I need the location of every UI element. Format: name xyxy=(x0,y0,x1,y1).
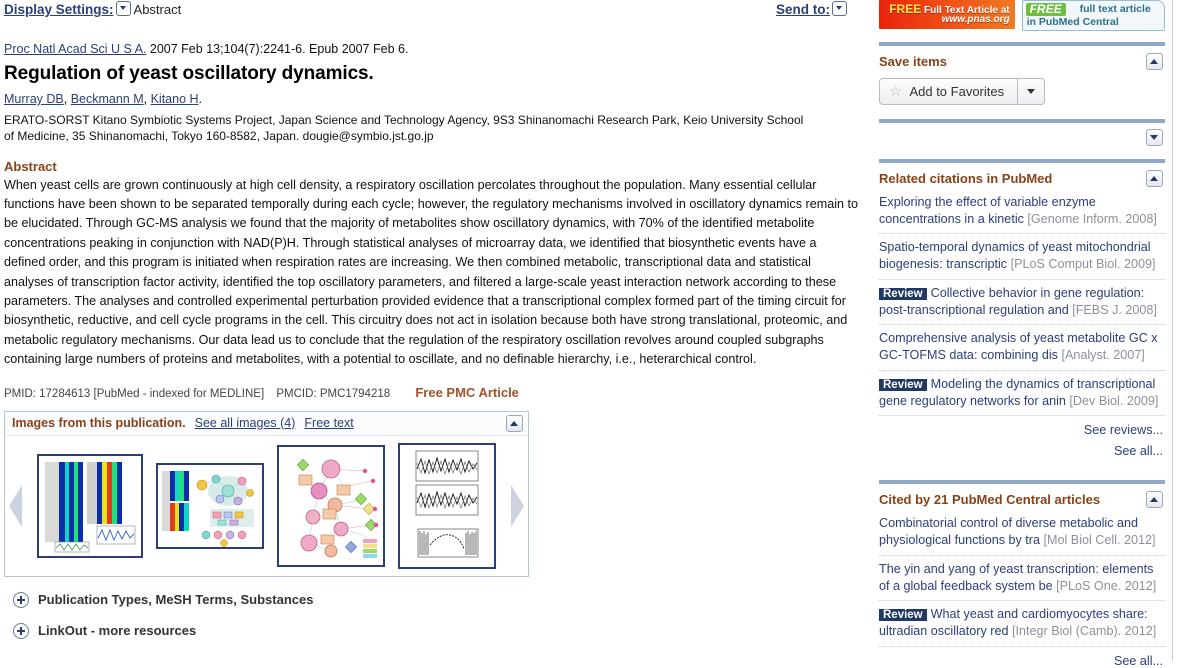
figure-thumbnail-2[interactable] xyxy=(156,462,265,549)
expander-label: Publication Types, MeSH Terms, Substance… xyxy=(38,592,314,608)
identifier-line: PMID: 17284613 [PubMed - indexed for MED… xyxy=(4,385,860,400)
pmc-full-text-banner[interactable]: FREE full text article in PubMed Central xyxy=(1021,0,1165,31)
send-to-link[interactable]: Send to: xyxy=(776,2,830,17)
citation-source: [FEBS J. 2008] xyxy=(1072,303,1157,318)
expander-publication-types[interactable]: Publication Types, MeSH Terms, Substance… xyxy=(4,591,860,608)
plus-icon xyxy=(13,622,29,639)
list-item[interactable]: Combinatorial control of diverse metabol… xyxy=(879,510,1165,556)
citation-source: [Integr Biol (Camb). 2012] xyxy=(1012,624,1157,639)
collapse-related-citations-button[interactable] xyxy=(1146,170,1163,187)
send-to-control[interactable]: Send to: xyxy=(776,1,850,17)
figure-thumbnail-3[interactable] xyxy=(276,444,385,567)
main-content-column: Display Settings: Abstract Send to: Proc … xyxy=(0,0,868,661)
figure-4-timeseries-graphic xyxy=(399,444,494,567)
chevron-down-icon[interactable] xyxy=(832,1,847,16)
images-from-publication-panel: Images from this publication. See all ima… xyxy=(4,410,529,577)
collapse-images-panel-button[interactable] xyxy=(506,414,523,432)
author-link-1[interactable]: Murray DB xyxy=(4,92,64,106)
display-mode-label: Abstract xyxy=(133,2,182,17)
abstract-text: When yeast cells are grown continuously … xyxy=(4,177,859,367)
free-pmc-article-label: Free PMC Article xyxy=(415,384,519,400)
list-item[interactable]: Exploring the effect of variable enzyme … xyxy=(879,189,1165,235)
list-item[interactable]: Spatio-temporal dynamics of yeast mitoch… xyxy=(879,234,1165,280)
save-items-heading: Save items xyxy=(879,54,947,69)
chevron-down-icon[interactable] xyxy=(115,1,131,16)
right-sidebar: FREE Full Text Article at www.pnas.org F… xyxy=(868,0,1181,668)
citation-source: [Genome Inform. 2008] xyxy=(1027,212,1157,227)
pmcid-text: PMCID: PMC1794218 xyxy=(276,387,391,400)
pmc-banner-text1: full text article xyxy=(1079,3,1151,15)
display-options-bar: Display Settings: Abstract Send to: xyxy=(4,0,860,23)
favorites-control: ☆ Add to Favorites xyxy=(879,78,1165,105)
advertisement-banners: FREE Full Text Article at www.pnas.org F… xyxy=(879,0,1165,32)
list-item[interactable]: Review What yeast and cardiomyocytes shar… xyxy=(879,601,1165,647)
display-settings-link[interactable]: Display Settings: xyxy=(4,2,114,17)
expand-section-button[interactable] xyxy=(1146,129,1163,146)
related-citations-heading: Related citations in PubMed xyxy=(879,171,1053,186)
figure-thumbnail-4[interactable] xyxy=(397,442,496,569)
cited-by-section: Cited by 21 PubMed Central articles Comb… xyxy=(879,484,1165,668)
citation-source: [Dev Biol. 2009] xyxy=(1069,394,1159,409)
citation-source: [Mol Biol Cell. 2012] xyxy=(1043,533,1156,548)
images-panel-header: Images from this publication. See all ima… xyxy=(5,411,528,435)
review-badge: Review xyxy=(879,287,927,300)
list-item[interactable]: Comprehensive analysis of yeast metaboli… xyxy=(879,325,1165,371)
review-badge: Review xyxy=(879,608,927,621)
sidebar-border xyxy=(1172,0,1173,661)
carousel-previous-arrow-icon[interactable] xyxy=(5,436,31,576)
see-all-related-link[interactable]: See all... xyxy=(879,437,1165,458)
expander-label: LinkOut - more resources xyxy=(38,623,197,639)
list-item[interactable]: Review Collective behavior in gene regula… xyxy=(879,280,1165,326)
list-item[interactable]: Review Modeling the dynamics of transcrip… xyxy=(879,371,1165,417)
carousel-next-arrow-icon[interactable] xyxy=(502,436,528,576)
pmid-text: PMID: 17284613 [PubMed - indexed for MED… xyxy=(4,387,265,400)
author-link-3[interactable]: Kitano H xyxy=(151,92,199,106)
figure-1-heatmap-graphic xyxy=(39,455,142,556)
collapse-cited-by-button[interactable] xyxy=(1146,491,1163,509)
citation-source: [PLoS Comput Biol. 2009] xyxy=(1010,257,1156,272)
citation-source: [PLoS One. 2012] xyxy=(1056,578,1157,593)
images-carousel xyxy=(5,434,528,576)
star-icon: ☆ xyxy=(889,83,903,100)
free-text-link[interactable]: Free text xyxy=(304,416,353,430)
expander-linkout[interactable]: LinkOut - more resources xyxy=(4,622,860,639)
collapse-save-items-button[interactable] xyxy=(1146,53,1163,70)
pnas-full-text-banner[interactable]: FREE Full Text Article at www.pnas.org xyxy=(879,0,1015,29)
pmc-banner-text2: in PubMed Central xyxy=(1026,16,1119,28)
cited-by-list: Combinatorial control of diverse metabol… xyxy=(879,510,1165,647)
citation-source: [Analyst. 2007] xyxy=(1061,348,1145,363)
figure-3-interaction-network-graphic xyxy=(278,446,383,565)
add-to-favorites-button[interactable]: ☆ Add to Favorites xyxy=(879,78,1019,105)
related-citations-list: Exploring the effect of variable enzyme … xyxy=(879,189,1165,417)
plus-icon xyxy=(13,591,29,608)
related-citations-section: Related citations in PubMed Exploring th… xyxy=(879,163,1165,458)
abstract-heading: Abstract xyxy=(4,158,57,174)
pnas-banner-line2: www.pnas.org xyxy=(941,14,1010,25)
favorites-dropdown-button[interactable] xyxy=(1018,78,1046,105)
collapsed-section xyxy=(879,123,1165,149)
page-title: Regulation of yeast oscillatory dynamics… xyxy=(4,63,374,84)
see-reviews-link[interactable]: See reviews... xyxy=(879,416,1165,437)
pnas-banner-free-label: FREE xyxy=(889,2,922,16)
author-link-2[interactable]: Beckmann M xyxy=(71,92,144,106)
add-to-favorites-label: Add to Favorites xyxy=(909,84,1005,99)
citation-line: Proc Natl Acad Sci U S A. 2007 Feb 13;10… xyxy=(4,42,860,56)
figure-2-network-graphic xyxy=(158,464,263,547)
list-item[interactable]: The yin and yang of yeast transcription:… xyxy=(879,556,1165,601)
affiliation-text: ERATO-SORST Kitano Symbiotic Systems Pro… xyxy=(4,113,804,143)
review-badge: Review xyxy=(879,378,927,391)
see-all-cited-by-link[interactable]: See all... xyxy=(879,647,1165,668)
pmc-banner-free-label: FREE xyxy=(1025,3,1066,16)
images-panel-title: Images from this publication. xyxy=(12,415,186,430)
cited-by-heading: Cited by 21 PubMed Central articles xyxy=(879,492,1101,508)
save-items-section: Save items ☆ Add to Favorites xyxy=(879,46,1165,105)
carousel-thumbnail-list xyxy=(31,436,502,576)
journal-link[interactable]: Proc Natl Acad Sci U S A. xyxy=(4,42,146,56)
figure-thumbnail-1[interactable] xyxy=(37,453,144,558)
citation-details: 2007 Feb 13;104(7):2241-6. Epub 2007 Feb… xyxy=(146,42,409,56)
author-list: Murray DB, Beckmann M, Kitano H. xyxy=(4,92,203,106)
see-all-images-link[interactable]: See all images (4) xyxy=(195,416,296,430)
